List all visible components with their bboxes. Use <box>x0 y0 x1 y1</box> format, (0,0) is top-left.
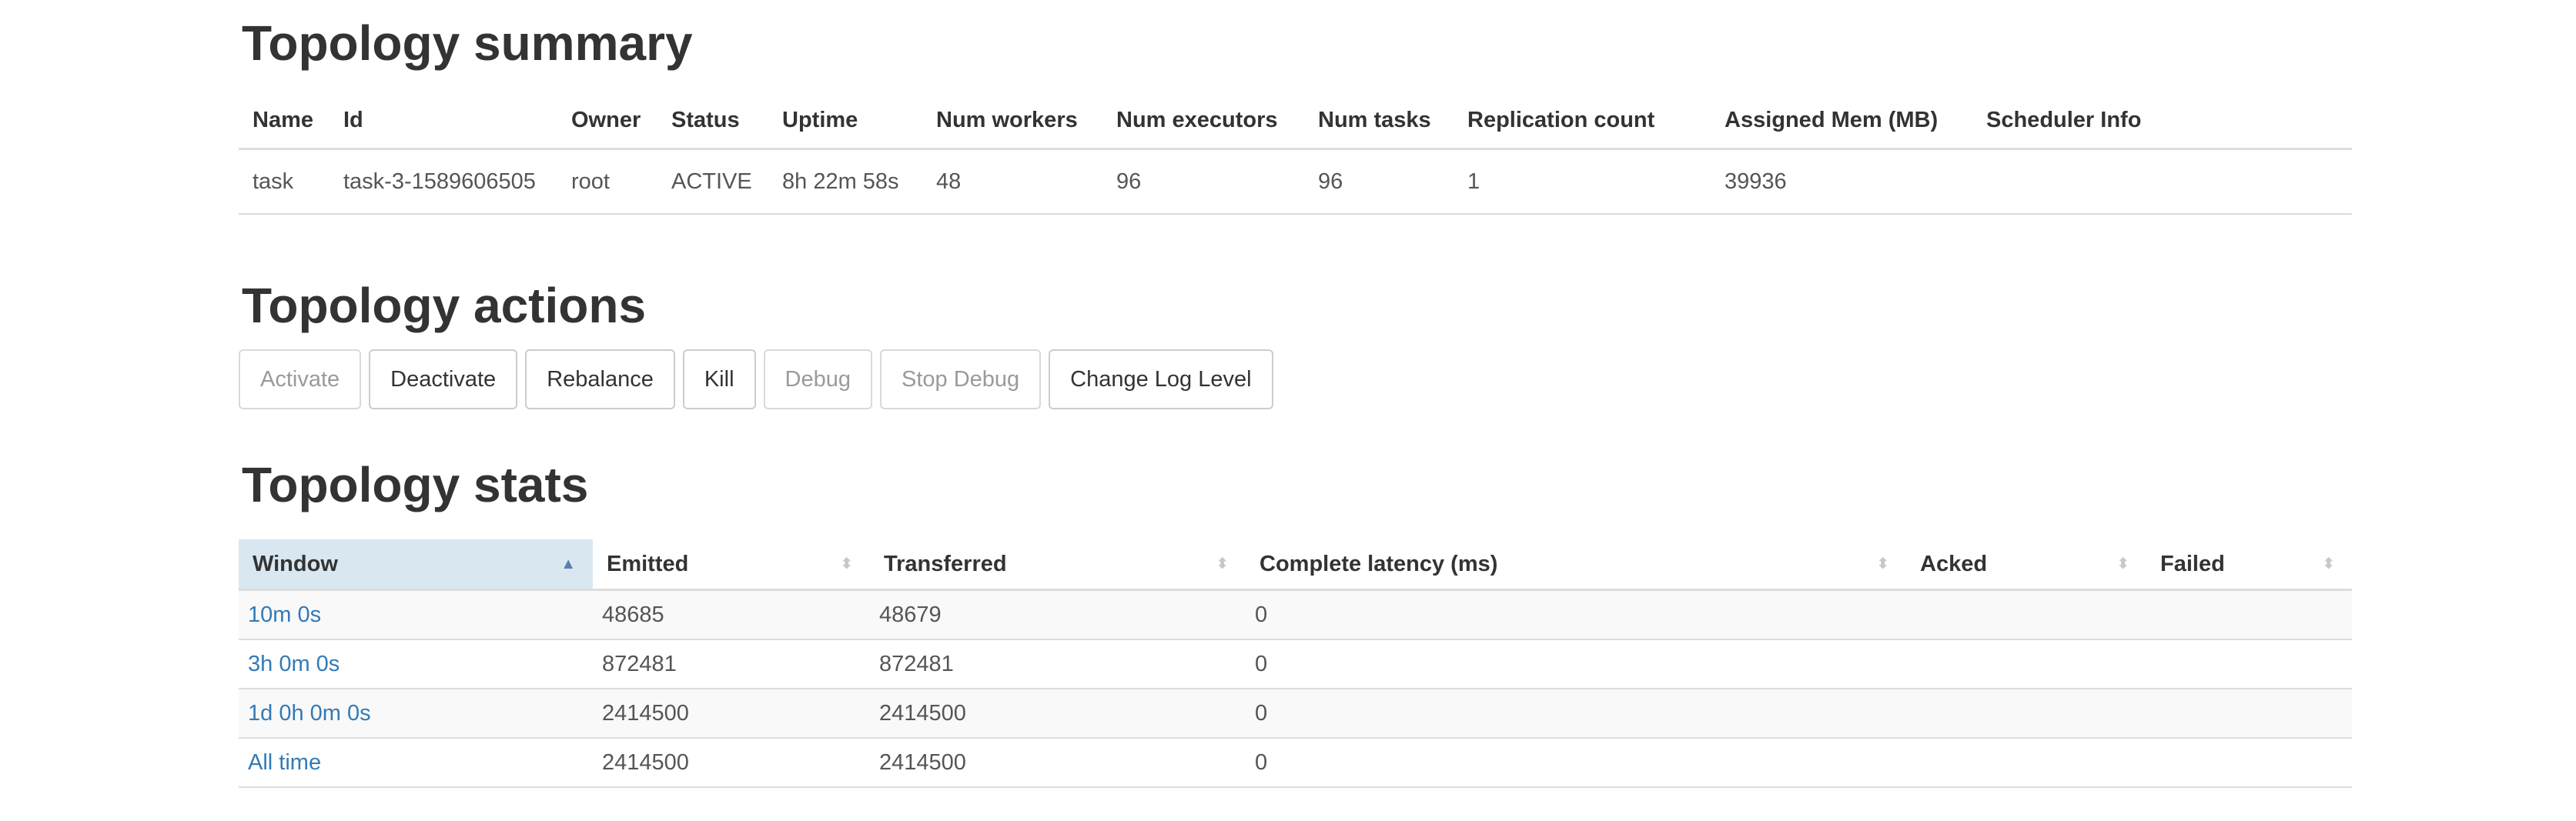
stats-header-transferred[interactable]: Transferred ⬍ <box>870 539 1246 591</box>
topology-actions-title: Topology actions <box>242 278 647 333</box>
window-link-1d[interactable]: 1d 0h 0m 0s <box>248 701 371 726</box>
summary-cell-num-workers: 48 <box>922 149 1102 215</box>
stats-cell-failed <box>2146 639 2352 689</box>
deactivate-button[interactable]: Deactivate <box>369 349 518 409</box>
sort-both-icon: ⬍ <box>1216 556 1229 572</box>
stats-row: 10m 0s 48685 48679 0 <box>239 589 2352 640</box>
stats-cell-window: All time <box>239 738 593 788</box>
stats-cell-window: 10m 0s <box>239 589 593 640</box>
change-log-level-button[interactable]: Change Log Level <box>1049 349 1273 409</box>
summary-cell-uptime: 8h 22m 58s <box>768 149 922 215</box>
stats-header-transferred-label: Transferred <box>884 551 1007 576</box>
stats-cell-transferred: 872481 <box>870 639 1246 689</box>
stats-cell-emitted: 872481 <box>593 639 870 689</box>
stats-cell-complete-latency: 0 <box>1246 589 1906 640</box>
summary-cell-status: ACTIVE <box>657 149 768 215</box>
stats-cell-emitted: 2414500 <box>593 689 870 739</box>
summary-header-replication-count: Replication count <box>1454 92 1711 150</box>
stats-header-complete-latency[interactable]: Complete latency (ms) ⬍ <box>1246 539 1906 591</box>
summary-cell-num-tasks: 96 <box>1304 149 1454 215</box>
stats-cell-failed <box>2146 589 2352 640</box>
rebalance-button[interactable]: Rebalance <box>525 349 675 409</box>
stats-cell-transferred: 2414500 <box>870 689 1246 739</box>
stats-row: 3h 0m 0s 872481 872481 0 <box>239 639 2352 689</box>
window-link-10m[interactable]: 10m 0s <box>248 602 321 627</box>
summary-cell-name: task <box>239 149 330 215</box>
stats-cell-transferred: 2414500 <box>870 738 1246 788</box>
summary-header-assigned-mem: Assigned Mem (MB) <box>1711 92 1972 150</box>
stats-cell-complete-latency: 0 <box>1246 639 1906 689</box>
debug-button[interactable]: Debug <box>763 349 872 409</box>
summary-cell-assigned-mem: 39936 <box>1711 149 1972 215</box>
window-link-all-time[interactable]: All time <box>248 750 321 775</box>
stats-cell-failed <box>2146 738 2352 788</box>
stats-cell-failed <box>2146 689 2352 739</box>
summary-header-status: Status <box>657 92 768 150</box>
stats-cell-emitted: 48685 <box>593 589 870 640</box>
stats-header-emitted[interactable]: Emitted ⬍ <box>593 539 870 591</box>
summary-header-scheduler-info: Scheduler Info <box>1972 92 2352 150</box>
summary-header-id: Id <box>330 92 557 150</box>
activate-button[interactable]: Activate <box>239 349 362 409</box>
stats-header-acked[interactable]: Acked ⬍ <box>1906 539 2146 591</box>
stats-cell-emitted: 2414500 <box>593 738 870 788</box>
sort-both-icon: ⬍ <box>2322 556 2335 572</box>
stop-debug-button[interactable]: Stop Debug <box>879 349 1042 409</box>
sort-both-icon: ⬍ <box>1876 556 1889 572</box>
topology-summary-title: Topology summary <box>242 15 693 71</box>
stats-cell-window: 1d 0h 0m 0s <box>239 689 593 739</box>
stats-header-row: Window ▲ Emitted ⬍ Transferred ⬍ Complet… <box>239 539 2352 591</box>
stats-cell-acked <box>1906 639 2146 689</box>
stats-cell-complete-latency: 0 <box>1246 738 1906 788</box>
stats-cell-window: 3h 0m 0s <box>239 639 593 689</box>
summary-header-num-executors: Num executors <box>1102 92 1304 150</box>
summary-cell-scheduler-info <box>1972 149 2352 215</box>
stats-header-complete-latency-label: Complete latency (ms) <box>1260 551 1498 576</box>
stats-header-acked-label: Acked <box>1920 551 1988 576</box>
stats-row: 1d 0h 0m 0s 2414500 2414500 0 <box>239 689 2352 739</box>
topology-stats-title: Topology stats <box>242 457 589 512</box>
summary-cell-replication-count: 1 <box>1454 149 1711 215</box>
stats-header-failed[interactable]: Failed ⬍ <box>2146 539 2352 591</box>
stats-header-window-label: Window <box>253 551 338 576</box>
summary-cell-num-executors: 96 <box>1102 149 1304 215</box>
summary-header-row: Name Id Owner Status Uptime Num workers … <box>239 92 2352 150</box>
sort-ascending-icon: ▲ <box>560 556 576 572</box>
topology-actions-toolbar: Activate Deactivate Rebalance Kill Debug… <box>239 349 1273 409</box>
stats-header-failed-label: Failed <box>2160 551 2225 576</box>
sort-both-icon: ⬍ <box>2116 556 2129 572</box>
stats-cell-transferred: 48679 <box>870 589 1246 640</box>
stats-header-emitted-label: Emitted <box>607 551 689 576</box>
summary-header-name: Name <box>239 92 330 150</box>
summary-cell-id: task-3-1589606505 <box>330 149 557 215</box>
stats-cell-acked <box>1906 589 2146 640</box>
kill-button[interactable]: Kill <box>682 349 756 409</box>
stats-header-window[interactable]: Window ▲ <box>239 539 593 591</box>
summary-header-num-workers: Num workers <box>922 92 1102 150</box>
summary-header-owner: Owner <box>557 92 657 150</box>
stats-cell-acked <box>1906 738 2146 788</box>
stats-cell-complete-latency: 0 <box>1246 689 1906 739</box>
topology-stats-table: Window ▲ Emitted ⬍ Transferred ⬍ Complet… <box>239 539 2352 788</box>
sort-both-icon: ⬍ <box>840 556 853 572</box>
window-link-3h[interactable]: 3h 0m 0s <box>248 652 340 676</box>
stats-cell-acked <box>1906 689 2146 739</box>
topology-summary-table: Name Id Owner Status Uptime Num workers … <box>239 92 2352 215</box>
summary-cell-owner: root <box>557 149 657 215</box>
summary-row: task task-3-1589606505 root ACTIVE 8h 22… <box>239 149 2352 215</box>
summary-header-num-tasks: Num tasks <box>1304 92 1454 150</box>
summary-header-uptime: Uptime <box>768 92 922 150</box>
stats-row: All time 2414500 2414500 0 <box>239 738 2352 788</box>
